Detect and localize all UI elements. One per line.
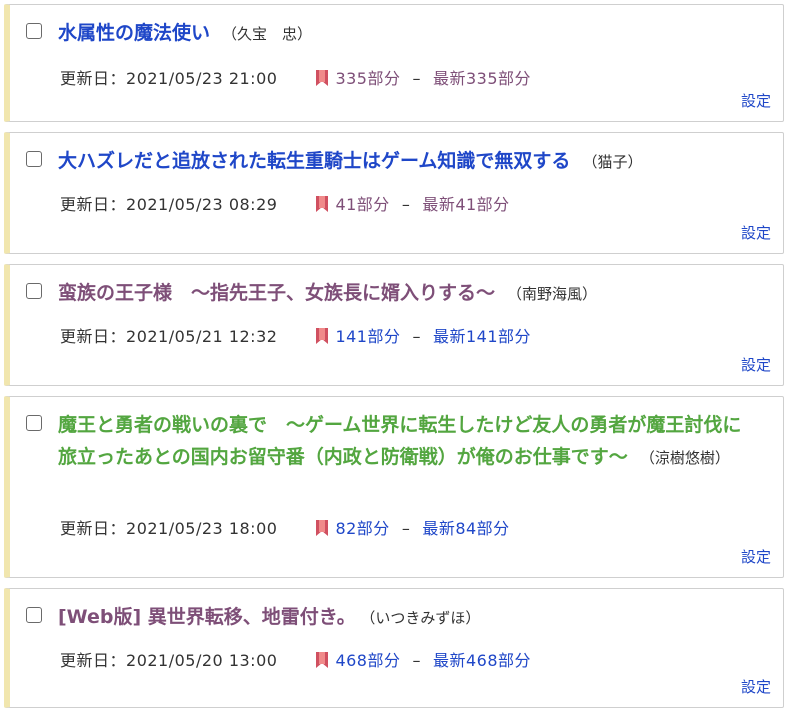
latest-episode-link[interactable]: 最新41部分 [422,195,509,214]
title-line: 大ハズレだと追放された転生重騎士はゲーム知識で無双する （猫子） [58,145,759,178]
latest-episode-link[interactable]: 最新335部分 [433,69,531,88]
updated-date: 2021/05/23 08:29 [126,195,278,214]
updated-date: 2021/05/20 13:00 [126,651,278,670]
bookmark-episode-link[interactable]: 335部分 [335,69,400,88]
bookmark-episode-link[interactable]: 41部分 [335,195,389,214]
bookmark-card: 魔王と勇者の戦いの裏で ～ゲーム世界に転生したけど友人の勇者が魔王討伐に旅立った… [4,396,784,578]
latest-episode-link[interactable]: 最新141部分 [433,327,531,346]
update-meta: 更新日：2021/05/23 21:00 335部分 – 最新335部分 [60,65,531,89]
update-meta: 更新日：2021/05/20 13:00 468部分 – 最新468部分 [60,647,531,671]
select-checkbox[interactable] [26,607,42,623]
settings-link[interactable]: 設定 [741,354,771,375]
title-line: 蛮族の王子様 ～指先王子、女族長に婿入りする～ （南野海風） [58,277,759,310]
latest-episode-link[interactable]: 最新84部分 [422,519,509,538]
updated-date: 2021/05/23 21:00 [126,69,278,88]
novel-title-link[interactable]: 水属性の魔法使い [58,22,210,44]
separator: – [412,651,421,670]
separator: – [412,327,421,346]
separator: – [412,69,421,88]
updated-date: 2021/05/21 12:32 [126,327,278,346]
bookmark-episode-link[interactable]: 82部分 [335,519,389,538]
separator: – [401,519,411,538]
updated-label: 更新日： [60,519,127,538]
author-name: （猫子） [582,153,643,171]
bookmark-card: 蛮族の王子様 ～指先王子、女族長に婿入りする～ （南野海風） 更新日：2021/0… [4,264,784,386]
bookmark-episode-link[interactable]: 141部分 [335,327,400,346]
author-name: （久宝 忠） [222,25,313,43]
updated-date: 2021/05/23 18:00 [126,519,278,538]
author-name: （いつきみずほ） [367,609,481,627]
settings-link[interactable]: 設定 [741,222,771,243]
bookmark-card: 水属性の魔法使い （久宝 忠） 更新日：2021/05/23 21:00 335部分… [4,4,784,122]
bookmark-icon [316,70,329,86]
bookmark-icon [316,328,329,344]
latest-episode-link[interactable]: 最新468部分 [433,651,531,670]
novel-title-link[interactable]: 魔王と勇者の戦いの裏で ～ゲーム世界に転生したけど友人の勇者が魔王討伐に旅立った… [58,414,741,468]
bookmark-card: 大ハズレだと追放された転生重騎士はゲーム知識で無双する （猫子） 更新日：2021… [4,132,784,254]
settings-link[interactable]: 設定 [741,546,771,567]
update-meta: 更新日：2021/05/23 18:00 82部分 – 最新84部分 [60,515,510,539]
updated-label: 更新日： [60,327,127,346]
settings-link[interactable]: 設定 [741,90,771,111]
select-checkbox[interactable] [26,23,42,39]
novel-title-link[interactable]: [Web版] 異世界転移、地雷付き。 [58,606,356,628]
author-name: （南野海風） [507,285,598,303]
novel-title-link[interactable]: 蛮族の王子様 ～指先王子、女族長に婿入りする～ [58,282,495,304]
select-checkbox[interactable] [26,415,42,431]
bookmark-icon [316,196,329,212]
settings-link[interactable]: 設定 [741,676,771,697]
novel-title-link[interactable]: 大ハズレだと追放された転生重騎士はゲーム知識で無双する [58,150,570,172]
bookmark-icon [316,652,329,668]
bookmark-card: [Web版] 異世界転移、地雷付き。 （いつきみずほ） 更新日：2021/05/2… [4,588,784,708]
update-meta: 更新日：2021/05/23 08:29 41部分 – 最新41部分 [60,191,510,215]
title-line: 水属性の魔法使い （久宝 忠） [58,17,759,50]
updated-label: 更新日： [60,651,127,670]
update-meta: 更新日：2021/05/21 12:32 141部分 – 最新141部分 [60,323,531,347]
updated-label: 更新日： [60,69,127,88]
bookmark-list: 水属性の魔法使い （久宝 忠） 更新日：2021/05/23 21:00 335部分… [0,4,800,708]
separator: – [401,195,411,214]
title-line: 魔王と勇者の戦いの裏で ～ゲーム世界に転生したけど友人の勇者が魔王討伐に旅立った… [58,409,759,474]
bookmark-episode-link[interactable]: 468部分 [335,651,400,670]
author-name: （涼樹悠樹） [639,449,730,467]
updated-label: 更新日： [60,195,127,214]
select-checkbox[interactable] [26,283,42,299]
select-checkbox[interactable] [26,151,42,167]
title-line: [Web版] 異世界転移、地雷付き。 （いつきみずほ） [58,601,759,634]
bookmark-icon [316,520,329,536]
